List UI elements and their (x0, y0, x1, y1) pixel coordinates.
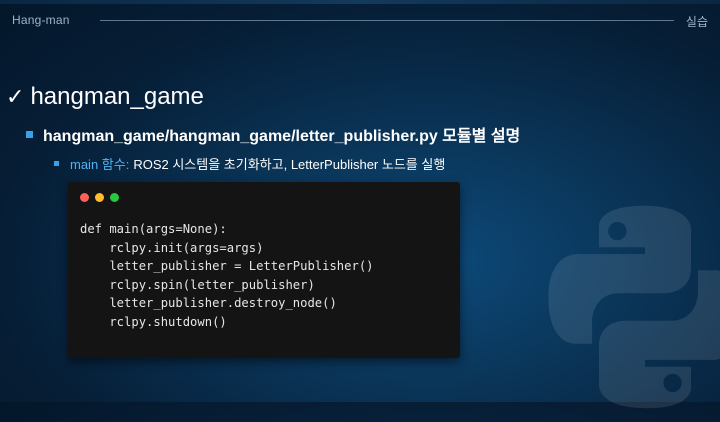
subsection-heading: hangman_game/hangman_game/letter_publish… (26, 122, 520, 146)
check-icon: ✓ (6, 84, 25, 109)
section-heading-text: hangman_game (30, 83, 204, 110)
bullet-keyword: main 함수: (70, 157, 130, 172)
slide-header: Hang-man 실습 (0, 8, 720, 34)
bullet-description: ROS2 시스템을 초기화하고, LetterPublisher 노드를 실행 (133, 157, 446, 172)
header-right-title: 실습 (685, 15, 708, 29)
bullet-square-icon (26, 130, 33, 138)
code-line: rclpy.init(args=args) (80, 240, 264, 255)
section-heading: ✓ hangman_game (6, 82, 204, 112)
header-divider (100, 20, 674, 21)
code-window: def main(args=None): rclpy.init(args=arg… (68, 182, 460, 358)
minimize-dot-icon (95, 193, 104, 202)
maximize-dot-icon (110, 193, 119, 202)
python-logo-icon (548, 205, 720, 409)
close-dot-icon (80, 193, 89, 202)
code-line: rclpy.shutdown() (80, 314, 227, 329)
top-accent-bar (0, 0, 720, 4)
code-line: rclpy.spin(letter_publisher) (80, 277, 315, 292)
code-line: def main(args=None): (80, 222, 227, 236)
window-controls (80, 193, 125, 202)
code-line: letter_publisher = LetterPublisher() (80, 259, 374, 274)
code-block: def main(args=None): rclpy.init(args=arg… (80, 220, 374, 332)
subsection-heading-text: hangman_game/hangman_game/letter_publish… (43, 128, 521, 145)
bullet-item: main 함수: ROS2 시스템을 초기화하고, LetterPublishe… (54, 154, 445, 173)
bullet-square-small-icon (54, 161, 59, 166)
header-left-title: Hang-man (12, 13, 70, 27)
code-line: letter_publisher.destroy_node() (80, 296, 337, 311)
